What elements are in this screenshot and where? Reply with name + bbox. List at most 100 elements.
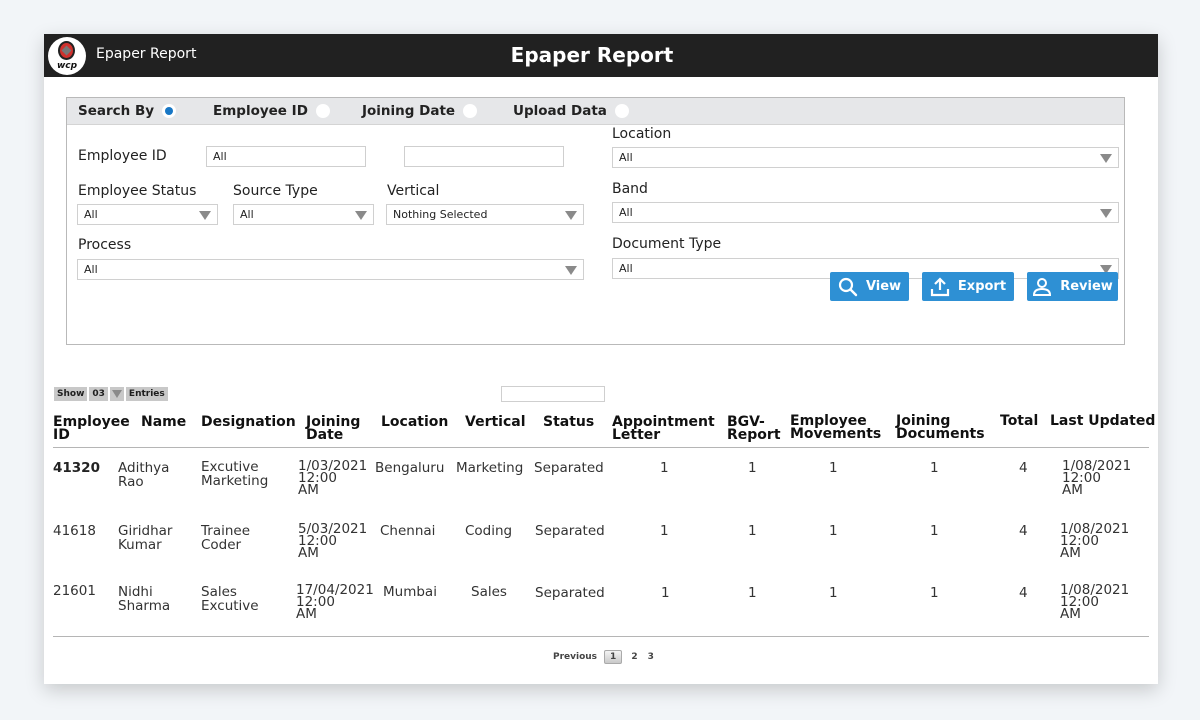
cell-line: Trainee: [201, 523, 251, 539]
pagination-previous[interactable]: Previous: [548, 651, 602, 663]
radio-label: Employee ID: [213, 103, 308, 119]
cell-employee-movements: 1: [829, 585, 838, 601]
export-label: Export: [957, 279, 1007, 294]
user-icon: [1033, 277, 1052, 296]
cell-location: Chennai: [380, 523, 436, 539]
cell-designation: Excutive Marketing: [201, 460, 268, 488]
col-location[interactable]: Location: [381, 414, 449, 430]
col-designation[interactable]: Designation: [201, 414, 296, 430]
dropdown-arrow-icon: [199, 211, 211, 220]
radio-unselected-icon[interactable]: [614, 104, 629, 118]
pagination-page-2[interactable]: 2: [626, 651, 642, 663]
review-button[interactable]: Review: [1027, 272, 1118, 301]
cell-joining-documents: 1: [930, 523, 939, 539]
table-search-input[interactable]: [501, 386, 605, 402]
top-bar: wcp Epaper Report Epaper Report: [44, 34, 1158, 77]
vertical-value: Nothing Selected: [393, 208, 488, 221]
radio-unselected-icon[interactable]: [315, 104, 330, 118]
cell-name: Giridhar Kumar: [118, 524, 172, 552]
employee-status-value: All: [84, 208, 98, 221]
col-total[interactable]: Total: [1000, 414, 1038, 428]
location-select[interactable]: All: [612, 147, 1119, 168]
band-select[interactable]: All: [612, 202, 1119, 223]
employee-id-to-input[interactable]: [404, 146, 564, 167]
cell-employee-id: 41618: [53, 523, 96, 539]
cell-appointment-letter: 1: [660, 460, 669, 476]
entries-control: Show 03 Entries: [54, 387, 168, 401]
cell-bgv-report: 1: [748, 460, 757, 476]
col-bgv-report[interactable]: BGV- Report: [727, 415, 781, 442]
pagination: Previous 1 2 3: [548, 650, 659, 664]
header-text: Date: [306, 427, 344, 443]
col-joining-date[interactable]: Joining Date: [306, 415, 360, 443]
entries-select[interactable]: 03: [89, 387, 108, 401]
cell-line: Nidhi: [118, 584, 153, 600]
radio-label: Joining Date: [362, 103, 456, 119]
col-employee-movements[interactable]: Employee Movements: [790, 414, 882, 442]
header-text: Location: [381, 414, 449, 430]
cell-line: Excutive: [201, 598, 259, 614]
cell-location: Bengaluru: [375, 460, 445, 476]
radio-selected-icon[interactable]: [162, 104, 177, 118]
col-last-updated[interactable]: Last Updated: [1050, 414, 1155, 428]
col-joining-documents[interactable]: Joining Documents: [896, 414, 985, 442]
upload-icon: [930, 276, 950, 296]
search-by-bar: Search By Employee ID Joining Date Uploa…: [67, 98, 1124, 125]
vertical-label: Vertical: [387, 183, 440, 199]
source-type-select[interactable]: All: [233, 204, 374, 225]
radio-employee-id[interactable]: Employee ID: [213, 103, 330, 119]
cell-status: Separated: [534, 460, 604, 476]
header-text: Name: [141, 414, 187, 430]
source-type-value: All: [240, 208, 254, 221]
cell-line: Adithya: [118, 460, 170, 476]
cell-total: 4: [1019, 523, 1028, 539]
radio-unselected-icon[interactable]: [463, 104, 478, 118]
process-select[interactable]: All: [77, 259, 584, 280]
radio-search-by[interactable]: Search By: [78, 103, 177, 119]
radio-label: Upload Data: [513, 103, 607, 119]
employee-id-label: Employee ID: [78, 148, 167, 164]
cell-status: Separated: [535, 523, 605, 539]
col-status[interactable]: Status: [543, 415, 594, 429]
cell-vertical: Sales: [471, 584, 507, 600]
cell-location: Mumbai: [383, 584, 437, 600]
process-label: Process: [78, 237, 132, 253]
view-button[interactable]: View: [830, 272, 909, 301]
employee-status-label: Employee Status: [78, 183, 197, 199]
radio-upload-data[interactable]: Upload Data: [513, 103, 629, 119]
header-text: Documents: [896, 426, 985, 442]
header-text: Movements: [790, 426, 882, 442]
pagination-page-3[interactable]: 3: [643, 651, 659, 663]
col-name[interactable]: Name: [141, 414, 187, 430]
band-value: All: [619, 206, 633, 219]
cell-vertical: Marketing: [456, 460, 524, 476]
header-text: Designation: [201, 414, 296, 430]
cell-line: AM: [296, 606, 317, 622]
col-vertical[interactable]: Vertical: [465, 415, 526, 429]
entries-dropdown-arrow-icon[interactable]: [109, 387, 124, 401]
cell-line: Rao: [118, 474, 144, 490]
dropdown-arrow-icon: [1100, 154, 1112, 163]
cell-joining-documents: 1: [930, 460, 939, 476]
col-appointment-letter[interactable]: Appointment Letter: [612, 415, 715, 442]
cell-line: Sharma: [118, 598, 171, 614]
radio-joining-date[interactable]: Joining Date: [362, 103, 478, 119]
cell-name: Adithya Rao: [118, 461, 169, 489]
location-label: Location: [612, 126, 672, 142]
cell-last-updated: 1/08/2021 12:00 AM: [1062, 459, 1131, 497]
document-type-label: Document Type: [612, 236, 722, 252]
header-text: ID: [53, 427, 70, 443]
export-button[interactable]: Export: [922, 272, 1014, 301]
cell-last-updated: 1/08/2021 12:00 AM: [1060, 583, 1129, 621]
dropdown-arrow-icon: [355, 211, 367, 220]
pagination-page-1[interactable]: 1: [604, 650, 623, 664]
col-employee-id[interactable]: Employee ID: [53, 415, 130, 443]
document-type-value: All: [619, 262, 633, 275]
table-bottom-divider: [53, 636, 1149, 637]
cell-appointment-letter: 1: [661, 585, 670, 601]
cell-total: 4: [1019, 460, 1028, 476]
employee-status-select[interactable]: All: [77, 204, 218, 225]
process-value: All: [84, 263, 98, 276]
vertical-select[interactable]: Nothing Selected: [386, 204, 584, 225]
employee-id-from-input[interactable]: All: [206, 146, 366, 167]
